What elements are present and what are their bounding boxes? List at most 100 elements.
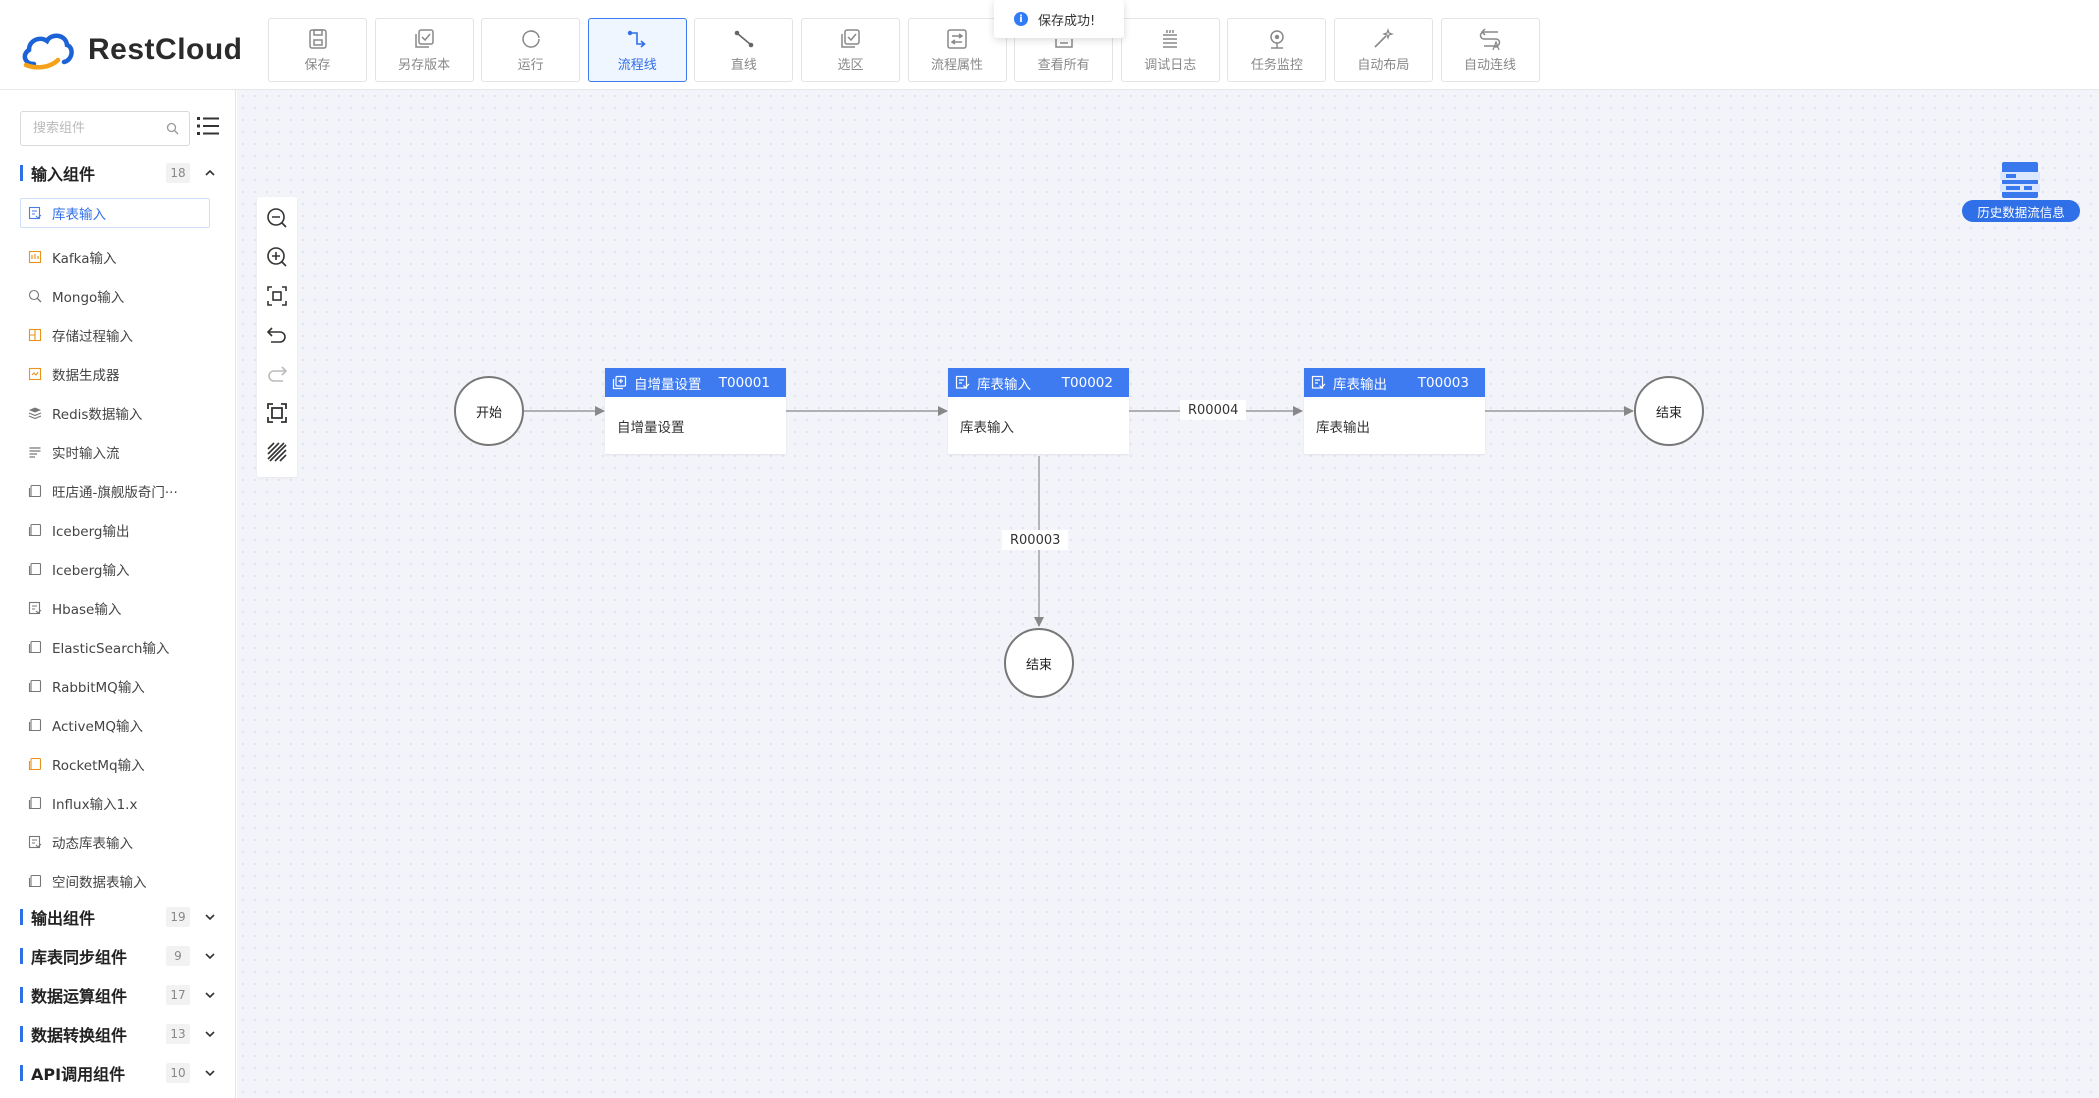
task-title: 自增量设置 (634, 376, 702, 393)
component-item[interactable]: Kafka输入 (20, 237, 210, 276)
flow-line-button[interactable]: 流程线 (587, 18, 687, 82)
search-input[interactable] (21, 112, 151, 145)
undo-icon (266, 327, 286, 343)
group-name: 数据转换组件 (31, 1026, 128, 1045)
task-monitor-button[interactable]: 任务监控 (1227, 18, 1327, 82)
straight-line-button[interactable]: 直线 (694, 18, 794, 82)
group-name: 输出组件 (31, 909, 96, 928)
component-label: Iceberg输出 (52, 523, 130, 540)
component-item[interactable]: Redis数据输入 (20, 393, 210, 432)
component-item[interactable]: 实时输入流 (20, 432, 210, 471)
node-label: 开始 (475, 405, 502, 421)
task-body: 库表输入 (960, 419, 1014, 436)
document-icon (28, 679, 42, 692)
debug-log-button[interactable]: 调试日志 (1120, 18, 1220, 82)
auto-connect-button[interactable]: 自动连线 (1440, 18, 1540, 82)
component-item[interactable]: 存储过程输入 (20, 315, 210, 354)
zoom-out-button[interactable] (263, 205, 291, 232)
group-table-sync-components[interactable]: 库表同步组件 9 (20, 944, 216, 968)
auto-layout-button[interactable]: 自动布局 (1333, 18, 1433, 82)
component-item[interactable]: ElasticSearch输入 (20, 627, 210, 666)
debug-log-label: 调试日志 (1144, 58, 1197, 73)
document-icon (28, 796, 42, 809)
component-item[interactable]: 旺店通-旗舰版奇门··· (20, 471, 210, 510)
flow-properties-button[interactable]: 流程属性 (907, 18, 1007, 82)
chevron-down-icon[interactable] (204, 950, 216, 962)
chevron-down-icon[interactable] (204, 1067, 216, 1079)
component-label: 空间数据表输入 (52, 874, 147, 891)
history-dataflow-button[interactable]: 历史数据流信息 (1962, 160, 2080, 224)
component-item[interactable]: Mongo输入 (20, 276, 210, 315)
end-node-2[interactable]: 结束 (1004, 628, 1074, 698)
group-output-components[interactable]: 输出组件 19 (20, 905, 216, 929)
zoom-in-icon (267, 247, 287, 267)
edge-label-r3[interactable]: R00003 (1002, 530, 1069, 550)
selection-icon (841, 29, 861, 48)
group-count: 17 (166, 985, 190, 1005)
component-item[interactable]: ActiveMQ输入 (20, 705, 210, 744)
fit-view-button[interactable] (263, 283, 291, 310)
list-view-icon[interactable] (197, 116, 219, 136)
undo-button[interactable] (263, 322, 291, 349)
group-input-components[interactable]: 输入组件 18 (20, 161, 216, 185)
chevron-down-icon[interactable] (204, 1028, 216, 1040)
task-node-t00002[interactable]: 库表输入 T00002 库表输入 (948, 368, 1129, 454)
run-button[interactable]: 运行 (481, 18, 581, 82)
actual-size-button[interactable] (263, 399, 291, 426)
component-item[interactable]: 空间数据表输入 (20, 861, 210, 900)
component-item[interactable]: 动态库表输入 (20, 822, 210, 861)
stream-input-icon (29, 446, 41, 458)
debug-log-icon (1163, 30, 1178, 48)
table-input-icon (955, 375, 970, 389)
task-header: 库表输入 T00002 (948, 368, 1129, 397)
component-label: 实时输入流 (52, 445, 120, 462)
node-label: 结束 (1655, 405, 1682, 421)
search-icon[interactable] (166, 122, 179, 135)
task-id: T00002 (1061, 374, 1113, 391)
component-item[interactable]: RocketMq输入 (20, 744, 210, 783)
copy-icon (612, 375, 627, 390)
component-search (20, 111, 190, 146)
component-label: Influx输入1.x (52, 796, 138, 813)
group-api-components[interactable]: API调用组件 10 (20, 1061, 216, 1085)
auto-layout-icon (1374, 28, 1395, 48)
input-component-list: 库表输入 Kafka输入 Mongo输入 存储过程输入 数据生成器 Redis数… (20, 198, 210, 900)
group-data-transform-components[interactable]: 数据转换组件 13 (20, 1022, 216, 1046)
chevron-down-icon[interactable] (204, 911, 216, 923)
component-item[interactable]: Influx输入1.x (20, 783, 210, 822)
task-title: 库表输出 (1333, 376, 1387, 393)
component-item[interactable]: Hbase输入 (20, 588, 210, 627)
component-item[interactable]: Iceberg输出 (20, 510, 210, 549)
component-item[interactable]: RabbitMQ输入 (20, 666, 210, 705)
grid-toggle-button[interactable] (263, 438, 291, 465)
task-node-t00003[interactable]: 库表输出 T00003 库表输出 (1304, 368, 1485, 454)
component-item[interactable]: 库表输入 (20, 198, 210, 228)
run-label: 运行 (517, 58, 544, 73)
save-version-button[interactable]: 另存版本 (374, 18, 474, 82)
component-item[interactable]: Iceberg输入 (20, 549, 210, 588)
group-marker (20, 165, 23, 181)
zoom-out-icon (267, 208, 287, 228)
component-label: 动态库表输入 (52, 835, 133, 852)
task-id: T00003 (1417, 374, 1469, 391)
group-count: 13 (166, 1024, 190, 1044)
group-marker (20, 987, 23, 1003)
group-data-compute-components[interactable]: 数据运算组件 17 (20, 983, 216, 1007)
task-node-t00001[interactable]: 自增量设置 T00001 自增量设置 (605, 368, 786, 454)
zoom-in-button[interactable] (263, 244, 291, 271)
edge-label-r4[interactable]: R00004 (1180, 400, 1247, 420)
selection-button[interactable]: 选区 (800, 18, 900, 82)
chevron-up-icon[interactable] (204, 167, 216, 179)
redo-button[interactable] (263, 360, 291, 387)
group-name: 输入组件 (31, 165, 96, 184)
group-marker (20, 1065, 23, 1081)
end-node[interactable]: 结束 (1634, 376, 1704, 446)
start-node[interactable]: 开始 (454, 376, 524, 446)
task-header: 自增量设置 T00001 (605, 368, 786, 397)
save-button[interactable]: 保存 (268, 18, 367, 82)
component-item[interactable]: 数据生成器 (20, 354, 210, 393)
document-icon (28, 874, 42, 887)
database-server-icon (2000, 162, 2040, 198)
chevron-down-icon[interactable] (204, 989, 216, 1001)
flow-canvas[interactable] (237, 90, 2099, 1098)
